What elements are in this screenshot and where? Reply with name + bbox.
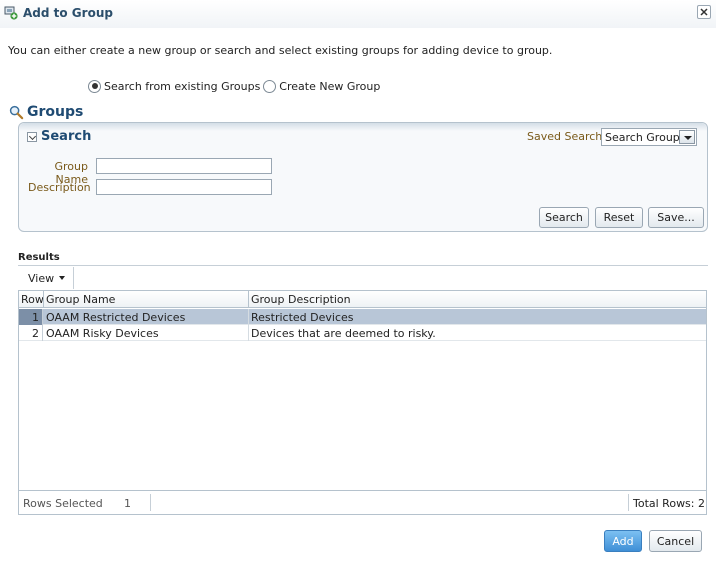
column-header-group-name[interactable]: Group Name <box>46 293 115 306</box>
table-footer: Rows Selected 1 Total Rows: 2 <box>19 490 706 514</box>
results-label: Results <box>18 252 60 263</box>
column-divider[interactable] <box>43 291 44 308</box>
reset-button[interactable]: Reset <box>595 207 643 228</box>
saved-search-label: Saved Search <box>527 130 603 143</box>
mode-radio-group: Search from existing Groups Create New G… <box>88 79 383 93</box>
save-button[interactable]: Save... <box>648 207 704 228</box>
footer-divider <box>150 494 151 511</box>
group-description-cell: Devices that are deemed to risky. <box>251 327 436 340</box>
chevron-down-icon <box>59 276 66 280</box>
search-existing-label[interactable]: Search from existing Groups <box>104 80 260 93</box>
column-header-group-description[interactable]: Group Description <box>251 293 351 306</box>
group-name-cell: OAAM Risky Devices <box>46 327 159 340</box>
column-divider[interactable] <box>248 291 249 308</box>
saved-search-value: Search Groups <box>605 131 686 144</box>
results-divider <box>18 265 708 266</box>
search-title: Search <box>41 129 92 144</box>
view-menu-label: View <box>28 271 55 285</box>
saved-search-select[interactable]: Search Groups <box>601 128 697 146</box>
search-existing-radio[interactable] <box>88 79 101 93</box>
rows-selected-label: Rows Selected <box>23 497 103 510</box>
collapse-toggle-icon[interactable] <box>27 132 37 142</box>
cell-divider <box>248 325 249 341</box>
cancel-button[interactable]: Cancel <box>649 530 702 552</box>
groups-header: Groups <box>9 104 83 120</box>
table-row[interactable]: 2 OAAM Risky Devices Devices that are de… <box>19 325 706 341</box>
column-header-row[interactable]: Row <box>21 293 44 306</box>
group-name-cell: OAAM Restricted Devices <box>46 311 186 324</box>
dialog-title: Add to Group <box>23 6 113 20</box>
create-new-label[interactable]: Create New Group <box>279 80 380 93</box>
row-number: 1 <box>32 311 39 324</box>
footer-divider <box>628 494 629 511</box>
create-new-radio[interactable] <box>263 79 277 93</box>
view-menu[interactable]: View <box>18 267 74 289</box>
add-group-icon <box>4 6 18 20</box>
description-label: Description <box>28 181 91 194</box>
search-panel: Search Saved Search Search Groups Group … <box>18 122 708 232</box>
dialog-titlebar: Add to Group <box>0 0 716 28</box>
cell-divider <box>248 309 249 325</box>
row-number: 2 <box>32 327 39 340</box>
group-name-input[interactable] <box>96 158 272 174</box>
rows-selected-count: 1 <box>124 497 131 510</box>
intro-text: You can either create a new group or sea… <box>8 44 553 57</box>
add-button[interactable]: Add <box>604 530 642 552</box>
group-description-cell: Restricted Devices <box>251 311 354 324</box>
results-table: Row Group Name Group Description 1 OAAM … <box>18 290 707 515</box>
chevron-down-icon[interactable] <box>679 130 695 144</box>
close-icon <box>700 8 708 16</box>
table-header: Row Group Name Group Description <box>19 291 706 308</box>
close-button[interactable] <box>697 5 711 19</box>
groups-title: Groups <box>27 104 84 120</box>
magnifier-icon <box>9 105 24 119</box>
search-button[interactable]: Search <box>539 207 589 228</box>
description-input[interactable] <box>96 179 272 195</box>
table-row[interactable]: 1 OAAM Restricted Devices Restricted Dev… <box>19 309 706 325</box>
total-rows: Total Rows: 2 <box>633 497 705 510</box>
